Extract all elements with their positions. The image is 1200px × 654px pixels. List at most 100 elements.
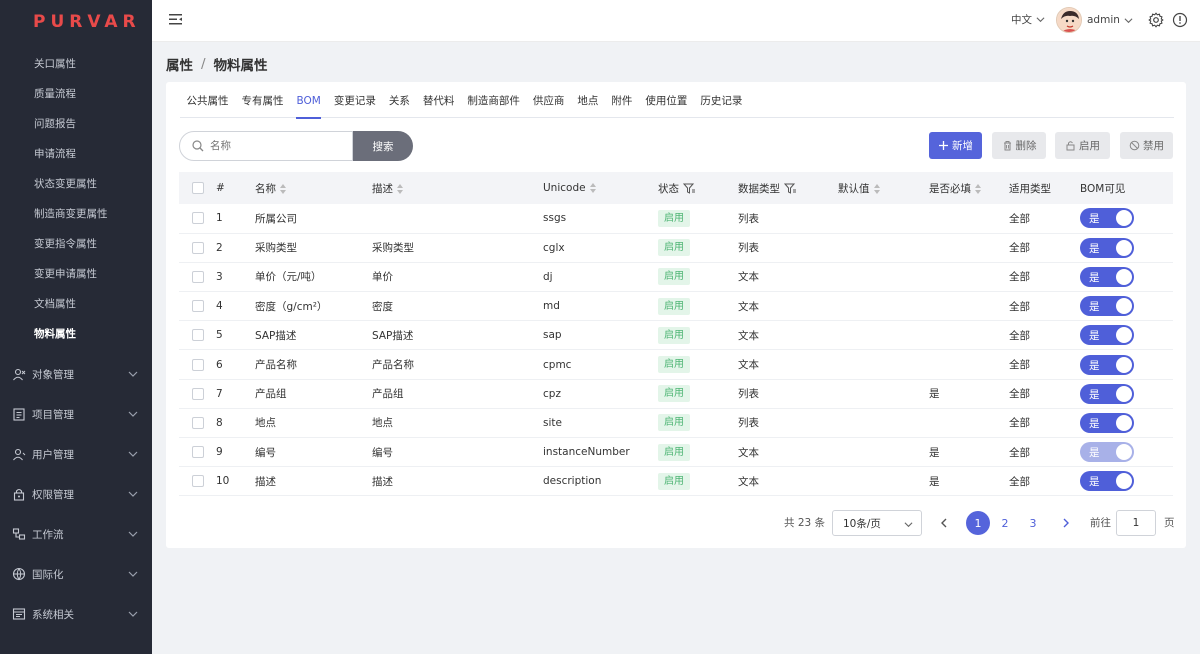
search-button[interactable]: 搜索	[353, 131, 413, 161]
next-page-icon[interactable]	[1060, 517, 1072, 529]
sidebar: PURVAR 关口属性 质量流程 问题报告 申请流程 状态变更属性 制造商变更属性 变更指令…	[0, 0, 152, 654]
sidebar-subitem[interactable]: 申请流程	[0, 139, 152, 169]
bom-visible-switch[interactable]: 是	[1080, 296, 1134, 317]
row-checkbox[interactable]	[192, 300, 204, 313]
page-number[interactable]: 3	[1021, 511, 1045, 535]
language-label: 中文	[1011, 14, 1032, 26]
tab-item[interactable]: 替代料	[416, 88, 461, 118]
table-row[interactable]: 5 SAP描述 SAP描述 sap 启用 文本 全部是	[179, 320, 1173, 351]
bom-visible-switch[interactable]: 是	[1080, 208, 1134, 229]
row-checkbox[interactable]	[192, 241, 204, 254]
bom-visible-switch[interactable]: 是	[1080, 354, 1134, 375]
settings-icon[interactable]	[1148, 12, 1164, 28]
menu-collapse-icon[interactable]	[168, 12, 184, 28]
cell-index: 9	[216, 437, 255, 468]
table-row[interactable]: 6 产品名称 产品名称 cpmc 启用 文本 全部是	[179, 349, 1173, 380]
sidebar-group[interactable]: 权限管理	[0, 474, 152, 514]
tab-item[interactable]: 关系	[382, 88, 416, 118]
tab-item[interactable]: BOM	[290, 88, 327, 119]
sidebar-group[interactable]: 对象管理	[0, 354, 152, 394]
add-button[interactable]: 新增	[929, 132, 982, 159]
sort-icon	[397, 183, 403, 194]
bom-visible-switch[interactable]: 是	[1080, 266, 1134, 287]
table-row[interactable]: 10 描述 描述 description 启用 文本是全部是	[179, 466, 1173, 497]
sidebar-subitem[interactable]: 状态变更属性	[0, 169, 152, 199]
search-input[interactable]	[210, 140, 340, 152]
page-number[interactable]: 2	[993, 511, 1017, 535]
row-select-cell	[179, 320, 216, 351]
col-unicode[interactable]: Unicode	[543, 172, 658, 204]
row-checkbox[interactable]	[192, 416, 204, 429]
row-checkbox[interactable]	[192, 358, 204, 371]
filter-icon[interactable]	[783, 183, 797, 194]
sort-icon	[280, 183, 286, 194]
sidebar-subitem[interactable]: 质量流程	[0, 79, 152, 109]
tab-item[interactable]: 制造商部件	[461, 88, 527, 118]
bom-visible-switch[interactable]: 是	[1080, 383, 1134, 404]
sidebar-group-label: 国际化	[32, 568, 64, 581]
tab-item[interactable]: 供应商	[526, 88, 571, 118]
table-row[interactable]: 7 产品组 产品组 cpz 启用 列表是全部是	[179, 379, 1173, 409]
row-checkbox[interactable]	[192, 329, 204, 342]
row-checkbox[interactable]	[192, 270, 204, 283]
col-desc[interactable]: 描述	[372, 172, 543, 204]
info-icon[interactable]	[1172, 12, 1188, 28]
sidebar-group[interactable]: 项目管理	[0, 394, 152, 434]
row-checkbox[interactable]	[192, 475, 204, 488]
bom-visible-switch[interactable]: 是	[1080, 325, 1134, 346]
sidebar-subitem[interactable]: 关口属性	[0, 49, 152, 79]
bom-visible-switch[interactable]: 是	[1080, 237, 1134, 258]
sidebar-subitem[interactable]: 物料属性	[0, 319, 152, 349]
cell-applies: 全部	[1009, 349, 1080, 380]
col-name[interactable]: 名称	[255, 172, 372, 204]
sidebar-subitem[interactable]: 变更申请属性	[0, 259, 152, 289]
tab-item[interactable]: 专有属性	[235, 88, 290, 118]
search-icon	[192, 140, 204, 152]
language-selector[interactable]: 中文	[1011, 12, 1045, 27]
goto-page-input[interactable]: 1	[1116, 510, 1156, 536]
table-row[interactable]: 2 采购类型 采购类型 cglx 启用 列表 全部是	[179, 233, 1173, 263]
sidebar-group[interactable]: 工作流	[0, 514, 152, 554]
col-required[interactable]: 是否必填	[929, 172, 1009, 204]
bom-visible-switch[interactable]: 是	[1080, 442, 1134, 463]
disable-button[interactable]: 禁用	[1120, 132, 1173, 159]
tab-item[interactable]: 附件	[605, 88, 639, 118]
tab-item[interactable]: 公共属性	[180, 88, 235, 118]
bom-visible-switch[interactable]: 是	[1080, 471, 1134, 492]
enable-button-label: 启用	[1079, 140, 1100, 152]
table-row[interactable]: 4 密度（g/cm²） 密度 md 启用 文本 全部是	[179, 291, 1173, 322]
col-status[interactable]: 状态	[658, 172, 738, 204]
page-size-select[interactable]: 10条/页	[832, 510, 922, 536]
prev-page-icon[interactable]	[938, 517, 950, 529]
sidebar-group[interactable]: 用户管理	[0, 434, 152, 474]
row-checkbox[interactable]	[192, 212, 204, 225]
page-number[interactable]: 1	[966, 511, 990, 535]
col-default[interactable]: 默认值	[838, 172, 929, 204]
breadcrumb-parent[interactable]: 属性	[166, 54, 193, 74]
sidebar-subitem[interactable]: 变更指令属性	[0, 229, 152, 259]
table-row[interactable]: 3 单价（元/吨） 单价 dj 启用 文本 全部是	[179, 262, 1173, 293]
sidebar-group-label: 项目管理	[32, 408, 74, 421]
enable-button[interactable]: 启用	[1055, 132, 1110, 159]
select-all-checkbox[interactable]	[192, 182, 204, 194]
bom-visible-switch[interactable]: 是	[1080, 412, 1134, 433]
sidebar-subitem[interactable]: 问题报告	[0, 109, 152, 139]
tab-item[interactable]: 变更记录	[327, 88, 382, 118]
user-menu[interactable]: admin	[1056, 7, 1133, 33]
sidebar-group[interactable]: 系统相关	[0, 594, 152, 634]
sidebar-subitem[interactable]: 文档属性	[0, 289, 152, 319]
row-checkbox[interactable]	[192, 446, 204, 459]
table-row[interactable]: 9 编号 编号 instanceNumber 启用 文本是全部是	[179, 437, 1173, 468]
table-row[interactable]: 8 地点 地点 site 启用 列表 全部是	[179, 408, 1173, 439]
tab-item[interactable]: 历史记录	[694, 88, 749, 118]
row-checkbox[interactable]	[192, 387, 204, 400]
tab-item[interactable]: 使用位置	[639, 88, 694, 118]
table-row[interactable]: 1 所属公司 ssgs 启用 列表 全部是	[179, 204, 1173, 234]
delete-button[interactable]: 删除	[992, 132, 1046, 159]
tab-item[interactable]: 地点	[571, 88, 605, 118]
sidebar-subitem[interactable]: 制造商变更属性	[0, 199, 152, 229]
col-dtype[interactable]: 数据类型	[738, 172, 838, 204]
search-field[interactable]	[179, 131, 353, 161]
filter-icon[interactable]	[682, 183, 696, 194]
sidebar-group[interactable]: 国际化	[0, 554, 152, 594]
